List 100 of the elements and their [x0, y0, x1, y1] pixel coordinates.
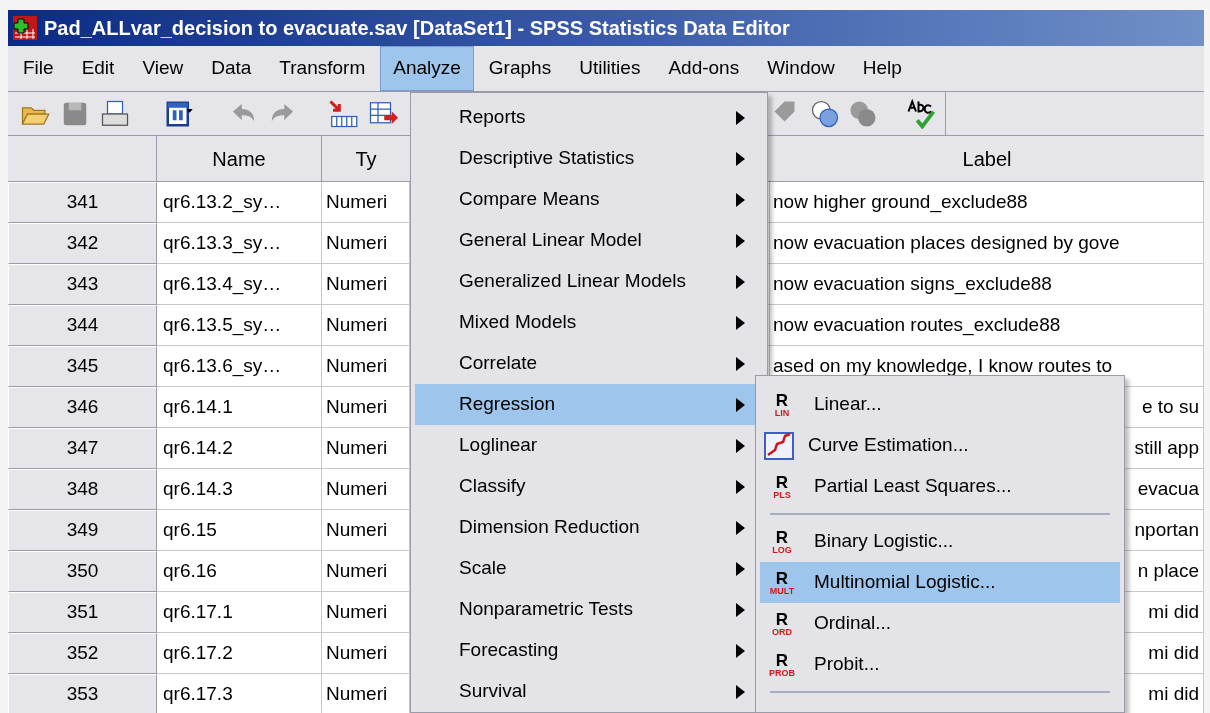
submenu-arrow-icon	[736, 479, 745, 494]
circles-icon[interactable]	[810, 98, 840, 129]
table-cell-text: still app	[1134, 435, 1199, 460]
arrow-grid-icon[interactable]	[328, 98, 358, 129]
menu-item[interactable]: Generalized Linear Models	[415, 261, 763, 302]
column-header[interactable]: Ty	[322, 136, 410, 182]
table-cell: qr6.17.3	[157, 674, 322, 713]
menu-item[interactable]: R MULT Multinomial Logistic...	[760, 562, 1120, 603]
row-header[interactable]: 351	[8, 592, 157, 633]
menu-item[interactable]: Survival	[415, 671, 763, 712]
regression-icon: R MULT	[764, 569, 800, 596]
menu-item[interactable]: Mixed Models	[415, 302, 763, 343]
table-cell: Numeri	[322, 592, 410, 633]
menu-item[interactable]: Dimension Reduction	[415, 507, 763, 548]
regression-icon: R LOG	[764, 528, 800, 555]
submenu-arrow-icon	[736, 274, 745, 289]
table-cell: Numeri	[322, 305, 410, 346]
submenu-arrow-icon	[736, 520, 745, 535]
menu-item[interactable]: Nonparametric Tests	[415, 589, 763, 630]
table-cell-text: now higher ground_exclude88	[773, 189, 1028, 215]
table-cell-text: n place	[1137, 558, 1199, 583]
table-cell: Numeri	[322, 428, 410, 469]
menu-bar-item[interactable]: Edit	[68, 46, 128, 91]
table-cell: Numeri	[322, 264, 410, 305]
window-title: Pad_ALLvar_decision to evacuate.sav [DataSet1] - SPSS Statistics Data Editor	[44, 16, 790, 41]
row-header[interactable]: 342	[8, 223, 157, 264]
table-cell: qr6.13.3_sy…	[157, 223, 322, 264]
menu-bar-item[interactable]: View	[129, 46, 197, 91]
table-cell: Numeri	[322, 551, 410, 592]
table-cell: Numeri	[322, 633, 410, 674]
menu-item[interactable]: Correlate	[415, 343, 763, 384]
menu-item[interactable]: R ORD Ordinal...	[760, 603, 1120, 644]
submenu-arrow-icon	[736, 602, 745, 617]
row-header[interactable]: 343	[8, 264, 157, 305]
submenu-arrow-icon	[736, 233, 745, 248]
table-cell-text: mi did	[1148, 681, 1199, 706]
menu-item[interactable]: R PROB Probit...	[760, 644, 1120, 685]
spell-check-icon[interactable]	[906, 98, 936, 129]
table-cell-text: now evacuation routes_exclude88	[773, 312, 1061, 338]
regression-icon: R PLS	[764, 473, 800, 500]
row-header[interactable]: 344	[8, 305, 157, 346]
table-cell: qr6.14.2	[157, 428, 322, 469]
row-header[interactable]: 341	[8, 182, 157, 223]
row-header[interactable]: 352	[8, 633, 157, 674]
menu-bar-item[interactable]: Window	[754, 46, 848, 91]
table-cell-text: ased on my knowledge, I know routes to	[773, 353, 1113, 378]
submenu-arrow-icon	[736, 110, 745, 125]
menu-bar-item[interactable]: File	[10, 46, 67, 91]
menu-item[interactable]: General Linear Model	[415, 220, 763, 261]
menu-item[interactable]: Curve Estimation...	[760, 425, 1120, 466]
menu-item[interactable]: Forecasting	[415, 630, 763, 671]
header-corner[interactable]	[8, 136, 157, 182]
table-cell: Numeri	[322, 223, 410, 264]
submenu-arrow-icon	[736, 315, 745, 330]
menu-item[interactable]: Descriptive Statistics	[415, 138, 763, 179]
menu-item[interactable]: R PLS Partial Least Squares...	[760, 466, 1120, 507]
table-cell: Numeri	[322, 346, 410, 387]
row-header[interactable]: 349	[8, 510, 157, 551]
row-header[interactable]: 347	[8, 428, 157, 469]
menu-bar-item[interactable]: Utilities	[566, 46, 654, 91]
column-header[interactable]: Label	[770, 136, 1204, 182]
row-header[interactable]: 348	[8, 469, 157, 510]
menu-item[interactable]: Scale	[415, 548, 763, 589]
submenu-arrow-icon	[736, 397, 745, 412]
table-cell: Numeri	[322, 182, 410, 223]
regression-icon: R LIN	[764, 391, 800, 418]
menu-bar-item[interactable]: Data	[198, 46, 265, 91]
app-icon	[12, 15, 38, 41]
menu-item[interactable]: Compare Means	[415, 179, 763, 220]
submenu-arrow-icon	[736, 684, 745, 699]
menu-bar-item[interactable]: Add-ons	[655, 46, 753, 91]
menu-item[interactable]: R LOG Binary Logistic...	[760, 521, 1120, 562]
table-cell: qr6.14.3	[157, 469, 322, 510]
table-cell-text: mi did	[1148, 599, 1199, 624]
menu-bar-item[interactable]: Help	[849, 46, 915, 91]
printer-icon[interactable]	[100, 98, 130, 129]
submenu-arrow-icon	[736, 438, 745, 453]
menu-bar-item[interactable]: Transform	[266, 46, 379, 91]
menu-bar-item[interactable]: Graphs	[475, 46, 565, 91]
regression-icon: R ORD	[764, 610, 800, 637]
menu-item[interactable]: Classify	[415, 466, 763, 507]
table-cell-text: now evacuation signs_exclude88	[773, 271, 1052, 297]
submenu-arrow-icon	[736, 561, 745, 576]
table-cell-text: evacua	[1137, 476, 1199, 501]
submenu-arrow-icon	[736, 151, 745, 166]
menu-item[interactable]: R LIN Linear...	[760, 384, 1120, 425]
menu-bar-item[interactable]: Analyze	[380, 46, 474, 91]
table-cell-text: now evacuation places designed by gove	[773, 230, 1120, 255]
table-cell: qr6.17.1	[157, 592, 322, 633]
table-cell: qr6.17.2	[157, 633, 322, 674]
column-header[interactable]: Name	[157, 136, 322, 182]
table-cell: qr6.13.4_sy…	[157, 264, 322, 305]
menu-item[interactable]: Loglinear	[415, 425, 763, 466]
regression-icon: R PROB	[764, 651, 800, 678]
row-header[interactable]: 350	[8, 551, 157, 592]
row-header[interactable]: 353	[8, 674, 157, 713]
table-cell: qr6.15	[157, 510, 322, 551]
row-header[interactable]: 345	[8, 346, 157, 387]
row-header[interactable]: 346	[8, 387, 157, 428]
table-cell: qr6.13.5_sy…	[157, 305, 322, 346]
